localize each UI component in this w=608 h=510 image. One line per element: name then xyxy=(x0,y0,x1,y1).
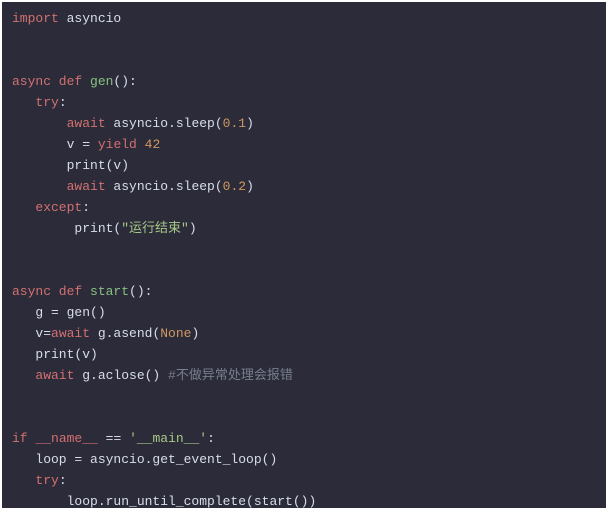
token-kw: await xyxy=(51,326,90,341)
token-kw: if xyxy=(12,431,28,446)
code-line: try: xyxy=(12,92,596,113)
token-kw: try xyxy=(35,473,58,488)
code-line: print(v) xyxy=(12,344,596,365)
code-line: await g.aclose() #不做异常处理会报错 xyxy=(12,365,596,386)
code-line: print("运行结束") xyxy=(12,218,596,239)
token-id: print(v) xyxy=(12,347,98,362)
token-str: '__main__' xyxy=(129,431,207,446)
code-line: loop = asyncio.get_event_loop() xyxy=(12,449,596,470)
token-punc: ) xyxy=(246,116,254,131)
token-num: 0.1 xyxy=(223,116,246,131)
token-punc: (): xyxy=(113,74,136,89)
code-line xyxy=(12,50,596,71)
token-id xyxy=(12,179,67,194)
token-id xyxy=(137,137,145,152)
code-line: if __name__ == '__main__': xyxy=(12,428,596,449)
token-cmt: #不做异常处理会报错 xyxy=(168,368,293,383)
token-punc: ) xyxy=(189,221,197,236)
token-id xyxy=(12,473,35,488)
token-id: g = gen() xyxy=(12,305,106,320)
token-punc: : xyxy=(59,95,67,110)
token-id: g.aclose() xyxy=(74,368,168,383)
token-kw: await xyxy=(67,116,106,131)
token-id: == xyxy=(98,431,129,446)
code-line xyxy=(12,407,596,428)
token-kw: async def xyxy=(12,74,90,89)
code-line: except: xyxy=(12,197,596,218)
token-punc: (): xyxy=(129,284,152,299)
code-line: await asyncio.sleep(0.2) xyxy=(12,176,596,197)
token-id xyxy=(12,95,35,110)
token-id: g.asend( xyxy=(90,326,160,341)
token-id: loop.run_until_complete(start()) xyxy=(12,494,316,508)
code-line: loop.run_until_complete(start()) xyxy=(12,491,596,508)
token-str: "运行结束" xyxy=(121,221,189,236)
code-line: g = gen() xyxy=(12,302,596,323)
token-num: 0.2 xyxy=(223,179,246,194)
token-id: asyncio.sleep( xyxy=(106,116,223,131)
token-id: print(v) xyxy=(12,158,129,173)
code-block: import asyncio async def gen(): try: awa… xyxy=(2,2,606,508)
token-kw: try xyxy=(35,95,58,110)
token-id: loop = asyncio.get_event_loop() xyxy=(12,452,277,467)
code-line: v=await g.asend(None) xyxy=(12,323,596,344)
code-line: print(v) xyxy=(12,155,596,176)
token-id: v xyxy=(12,137,82,152)
token-punc: ) xyxy=(191,326,199,341)
code-line xyxy=(12,386,596,407)
token-num: 42 xyxy=(145,137,161,152)
code-line: await asyncio.sleep(0.1) xyxy=(12,113,596,134)
code-line: try: xyxy=(12,470,596,491)
token-kw: import xyxy=(12,11,59,26)
token-none: None xyxy=(160,326,191,341)
code-line xyxy=(12,239,596,260)
token-dund: __name__ xyxy=(35,431,97,446)
token-op: = xyxy=(82,137,90,152)
token-id xyxy=(12,368,35,383)
token-kw: yield xyxy=(98,137,137,152)
token-kw: await xyxy=(67,179,106,194)
token-id xyxy=(90,137,98,152)
token-punc: : xyxy=(207,431,215,446)
token-id: asyncio.sleep( xyxy=(106,179,223,194)
code-line xyxy=(12,29,596,50)
token-kw: await xyxy=(35,368,74,383)
token-id: asyncio xyxy=(59,11,121,26)
code-line: async def gen(): xyxy=(12,71,596,92)
token-punc: : xyxy=(82,200,90,215)
token-kw: async def xyxy=(12,284,90,299)
code-line: import asyncio xyxy=(12,8,596,29)
token-kw: except xyxy=(35,200,82,215)
code-line: v = yield 42 xyxy=(12,134,596,155)
token-fn: start xyxy=(90,284,129,299)
token-punc: : xyxy=(59,473,67,488)
code-line: async def start(): xyxy=(12,281,596,302)
token-fn: gen xyxy=(90,74,113,89)
token-id xyxy=(12,116,67,131)
token-id xyxy=(12,200,35,215)
token-id: print( xyxy=(12,221,121,236)
token-id: v= xyxy=(12,326,51,341)
token-punc: ) xyxy=(246,179,254,194)
code-line xyxy=(12,260,596,281)
